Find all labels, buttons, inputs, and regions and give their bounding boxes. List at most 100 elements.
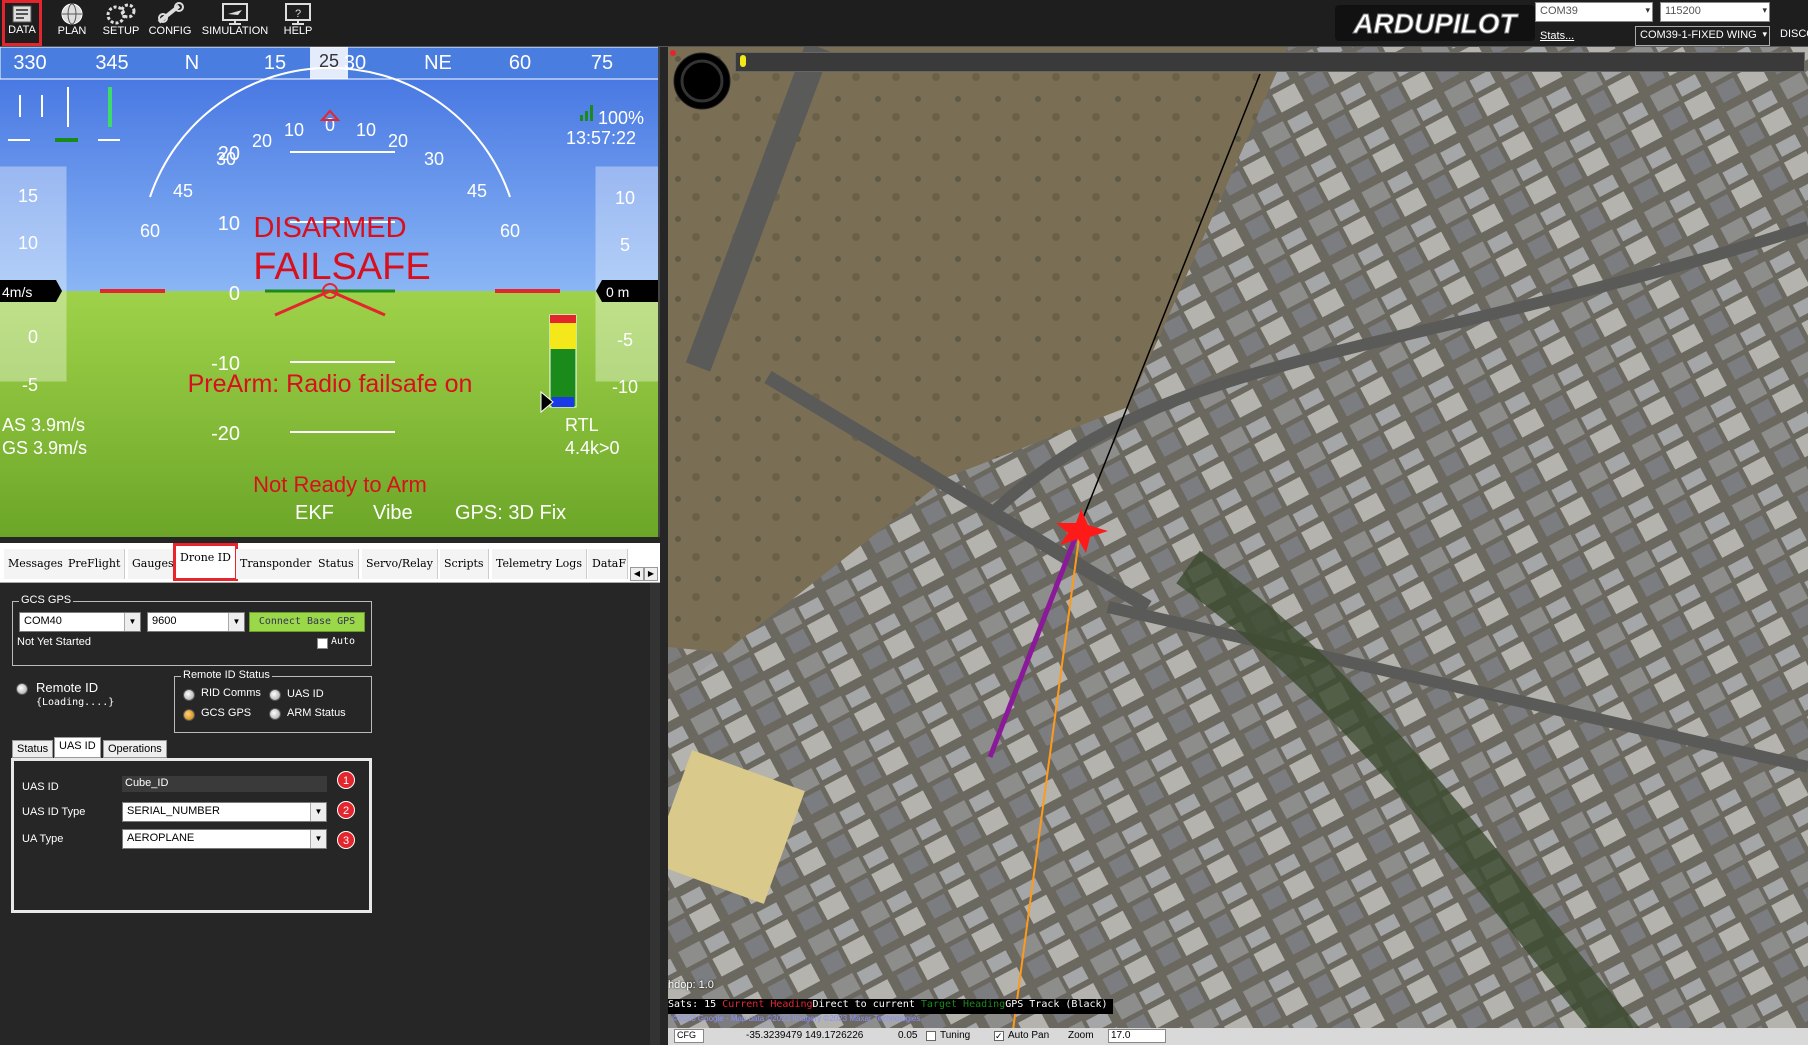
tab-telemetry-logs[interactable]: Telemetry Logs (492, 549, 587, 579)
heading-tick: 60 (509, 52, 531, 74)
tab-scroll-left-icon[interactable]: ◀ (630, 567, 644, 581)
inner-tab-operations[interactable]: Operations (103, 740, 167, 758)
uas-id-input[interactable]: Cube_ID (122, 776, 327, 792)
vibe-button[interactable]: Vibe (373, 502, 413, 524)
roll-label: 20 (252, 131, 272, 151)
vehicle-select[interactable]: COM39-1-FIXED WING ▾ (1635, 26, 1770, 46)
map-alert-icon (670, 50, 676, 56)
altitude-tick: -5 (617, 330, 633, 350)
gcs-baud-select[interactable]: 9600 ▼ (147, 612, 245, 632)
config-button[interactable]: CONFIG (148, 2, 192, 44)
tuning-checkbox[interactable] (926, 1031, 936, 1041)
data-icon (12, 5, 32, 23)
connect-base-gps-button[interactable]: Connect Base GPS (249, 612, 365, 632)
map-distance: 0.05 (898, 1030, 918, 1041)
tab-drone-id[interactable]: Drone ID (173, 543, 238, 581)
chevron-down-icon: ▾ (1645, 5, 1650, 15)
main-toolbar: DATA PLAN SETUP CONFIG SIMULATION ? HELP… (0, 0, 1808, 47)
arm-status-label: ARM Status (287, 707, 346, 719)
chevron-down-icon: ▼ (124, 613, 140, 631)
zoom-input[interactable]: 17.0 (1108, 1029, 1166, 1043)
uas-id-form: UAS ID Cube_ID 1 UAS ID Type SERIAL_NUMB… (11, 758, 372, 913)
map-coords: -35.3239479 149.1726226 (746, 1030, 864, 1041)
data-button-label: DATA (8, 24, 36, 36)
uas-id-status-label: UAS ID (287, 688, 324, 700)
map-copyright: ©2023 Google - Map data ©2023 Imagery ©2… (672, 1014, 921, 1023)
failsafe-text: FAILSAFE (253, 246, 430, 288)
chevron-down-icon: ▼ (228, 613, 244, 631)
disconnect-button[interactable]: DISCO (1780, 28, 1808, 40)
hud-panel: 330 345 N 15 30 NE 60 75 25 60 45 30 20 10 0 10 20 30 45… (0, 47, 660, 537)
port-select[interactable]: COM39 ▾ (1535, 2, 1653, 22)
wrench-icon (157, 2, 184, 24)
auto-pan-checkbox[interactable]: ✓ (994, 1031, 1004, 1041)
tab-dataflash[interactable]: DataF (588, 549, 628, 579)
stats-link[interactable]: Stats... (1540, 30, 1574, 42)
ekf-button[interactable]: EKF (295, 502, 334, 524)
hdop-text: hdop: 1.0 (668, 979, 714, 991)
arm-status-indicator (269, 708, 281, 720)
badge-2: 2 (337, 801, 355, 819)
gps-status: GPS: 3D Fix (455, 502, 566, 524)
simulation-button[interactable]: SIMULATION (200, 2, 270, 44)
tab-scroll-right-icon[interactable]: ▶ (644, 567, 658, 581)
map-mode-select[interactable]: CFG (674, 1029, 704, 1043)
roll-label: 45 (173, 181, 193, 201)
hud-time: 13:57:22 (566, 128, 636, 148)
heading-tick: NE (424, 52, 452, 74)
tab-gauges[interactable]: Gauges (128, 549, 179, 579)
roll-label: 0 (325, 115, 335, 135)
legend-current-heading: Current Heading (722, 999, 813, 1010)
svg-text:ARDUPILOT: ARDUPILOT (1352, 8, 1519, 39)
flight-mode: RTL (565, 415, 599, 435)
remote-id-status-label: Remote ID Status (181, 669, 272, 681)
auto-pan-label: Auto Pan (1008, 1030, 1050, 1041)
uas-id-type-label: UAS ID Type (22, 806, 86, 818)
map-view[interactable]: hdop: 1.0 Sats: 15 Current HeadingDirect… (668, 47, 1808, 1045)
help-button[interactable]: ? HELP (278, 2, 318, 44)
zoom-label: Zoom (1068, 1030, 1094, 1041)
baud-value: 115200 (1665, 5, 1701, 17)
map-progress-bar (735, 52, 1805, 72)
tab-preflight[interactable]: PreFlight (64, 549, 126, 579)
tab-messages[interactable]: Messages (4, 549, 68, 579)
chevron-down-icon: ▼ (310, 830, 326, 848)
tab-scripts[interactable]: Scripts (440, 549, 489, 579)
config-button-label: CONFIG (148, 25, 192, 37)
speed-tick: 15 (18, 186, 38, 206)
uas-id-type-select[interactable]: SERIAL_NUMBER ▼ (122, 802, 327, 822)
rid-comms-indicator (183, 689, 195, 701)
globe-icon (61, 3, 83, 25)
disarmed-text: DISARMED (253, 212, 406, 244)
speed-tick: 0 (28, 327, 38, 347)
tab-servo-relay[interactable]: Servo/Relay (362, 549, 438, 579)
gears-icon (106, 3, 136, 25)
inner-tab-uas-id[interactable]: UAS ID (54, 737, 101, 758)
map-progress-indicator (740, 55, 746, 67)
simulation-button-label: SIMULATION (201, 25, 269, 37)
uas-id-type-value: SERIAL_NUMBER (127, 805, 220, 817)
roll-label: 60 (140, 221, 160, 241)
hud-canvas: 330 345 N 15 30 NE 60 75 25 6045302010 0 10203045… (0, 47, 658, 537)
battery-percent: 100% (598, 108, 644, 128)
gcs-gps-status-label: GCS GPS (201, 707, 252, 719)
inner-tab-status[interactable]: Status (12, 740, 54, 758)
tab-status[interactable]: Status (314, 549, 359, 579)
ua-type-select[interactable]: AEROPLANE ▼ (122, 829, 327, 849)
waypoint-info: 4.4k>0 (565, 438, 620, 458)
baud-select[interactable]: 115200 ▾ (1660, 2, 1770, 22)
remote-id-loading: {Loading....} (36, 697, 115, 708)
remote-id-label: Remote ID (36, 680, 99, 695)
data-button[interactable]: DATA (2, 0, 42, 46)
chevron-down-icon: ▾ (1762, 5, 1767, 15)
heading-tick: N (185, 52, 199, 74)
remote-id-status-group: Remote ID Status RID Comms UAS ID GCS GP… (174, 669, 372, 733)
auto-checkbox[interactable] (317, 638, 328, 649)
setup-button[interactable]: SETUP (100, 2, 142, 44)
roll-label: 30 (424, 149, 444, 169)
gcs-port-value: COM40 (24, 615, 62, 627)
plan-button[interactable]: PLAN (52, 2, 92, 44)
gcs-port-select[interactable]: COM40 ▼ (19, 612, 141, 632)
tab-transponder[interactable]: Transponder (236, 549, 317, 579)
setup-button-label: SETUP (102, 25, 140, 37)
